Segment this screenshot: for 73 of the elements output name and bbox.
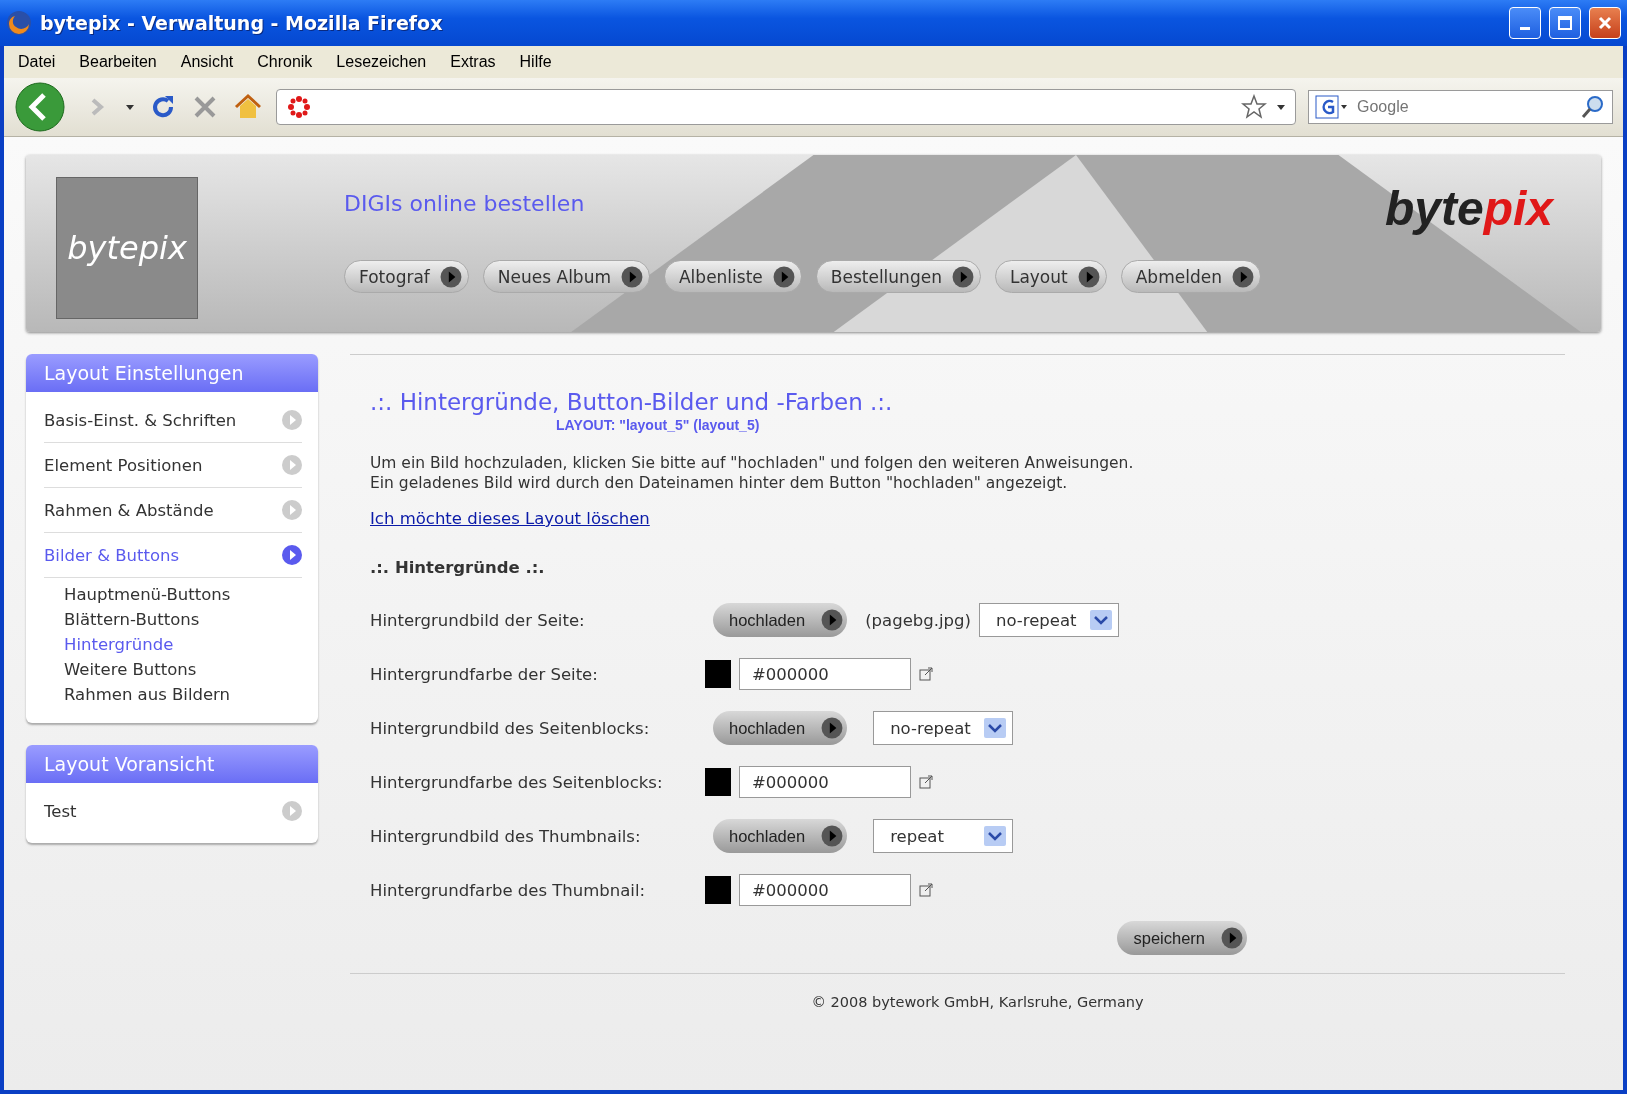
- close-button[interactable]: [1589, 7, 1621, 39]
- nav-button[interactable]: Layout: [994, 260, 1107, 293]
- star-icon[interactable]: [1241, 94, 1267, 120]
- nav-button[interactable]: Albenliste: [664, 260, 802, 293]
- sidebar-item[interactable]: Rahmen & Abstände: [44, 488, 302, 533]
- close-icon: [1597, 15, 1613, 31]
- upload-button[interactable]: hochladen: [713, 819, 848, 853]
- field-label: Hintergrundbild des Seitenblocks:: [370, 718, 651, 738]
- sidebar-subitem[interactable]: Hintergründe: [64, 632, 302, 657]
- menu-item[interactable]: Bearbeiten: [79, 53, 157, 71]
- search-icon[interactable]: [1580, 94, 1606, 120]
- menu-item[interactable]: Datei: [18, 53, 56, 71]
- upload-button[interactable]: hochladen: [713, 711, 848, 745]
- maximize-button[interactable]: [1549, 7, 1581, 39]
- section-heading: .:. Hintergründe .:.: [370, 558, 546, 577]
- dropdown-icon[interactable]: [984, 826, 1007, 846]
- sidebar-item[interactable]: Basis-Einst. & Schriften: [44, 398, 302, 443]
- minimize-icon: [1520, 26, 1530, 30]
- color-swatch[interactable]: [705, 660, 731, 688]
- popup-icon[interactable]: [919, 775, 933, 789]
- sidebar-item[interactable]: Test: [44, 789, 302, 833]
- field-label: Hintergrundfarbe des Thumbnail:: [370, 880, 647, 900]
- menu-item[interactable]: Lesezeichen: [336, 53, 427, 71]
- color-input[interactable]: #000000: [739, 874, 911, 906]
- color-swatch[interactable]: [705, 876, 731, 904]
- tagline: DIGIs online bestellen: [344, 191, 586, 216]
- sidebar-subitem[interactable]: Hauptmenü-Buttons: [64, 582, 302, 607]
- save-button[interactable]: speichern: [1117, 921, 1247, 955]
- dropdown-icon[interactable]: [1089, 610, 1112, 630]
- popup-icon[interactable]: [919, 667, 933, 681]
- menu-item[interactable]: Hilfe: [519, 53, 552, 71]
- minimize-button[interactable]: [1509, 7, 1541, 39]
- window-title: bytepix - Verwaltung - Mozilla Firefox: [40, 12, 444, 34]
- delete-layout-link[interactable]: Ich möchte dieses Layout löschen: [370, 509, 650, 528]
- sidebar-item[interactable]: Bilder & Buttons: [44, 533, 302, 578]
- sidebar-subitem[interactable]: Rahmen aus Bildern: [64, 682, 302, 707]
- field-label: Hintergrundfarbe der Seite:: [370, 664, 599, 684]
- sidebar-subitem[interactable]: Weitere Buttons: [64, 657, 302, 682]
- maximize-icon: [1557, 15, 1573, 31]
- nav-button[interactable]: Neues Album: [482, 260, 650, 293]
- field-label: Hintergrundfarbe des Seitenblocks:: [370, 772, 664, 792]
- upload-button[interactable]: hochladen: [713, 603, 848, 637]
- sidebar-heading: Layout Voransicht: [26, 745, 318, 783]
- logo: bytepix: [56, 177, 198, 319]
- color-swatch[interactable]: [705, 768, 731, 796]
- popup-icon[interactable]: [919, 883, 933, 897]
- nav-button[interactable]: Abmelden: [1120, 260, 1261, 293]
- sidebar-item[interactable]: Element Positionen: [44, 443, 302, 488]
- dropdown-icon[interactable]: [984, 718, 1007, 738]
- search-bar[interactable]: Google: [1308, 90, 1613, 124]
- nav-button[interactable]: Bestellungen: [815, 260, 981, 293]
- field-label: Hintergrundbild der Seite:: [370, 610, 586, 630]
- repeat-select[interactable]: repeat: [873, 819, 1014, 853]
- page-title: .:. Hintergründe, Button-Bilder und -Farben .:.: [370, 389, 894, 415]
- search-engine-icon[interactable]: [1315, 94, 1349, 120]
- footer-text: © 2008 bytework GmbH, Karlsruhe, Germany: [810, 994, 1145, 1010]
- intro-text: Ein geladenes Bild wird durch den Dateinamen hinter dem Button "hochladen" angezeigt.: [370, 473, 1069, 493]
- brand-logo: bytepix: [1384, 181, 1553, 236]
- nav-button[interactable]: Fotograf: [344, 260, 469, 293]
- layout-subtitle: LAYOUT: "layout_5" (layout_5): [556, 417, 761, 433]
- sidebar-heading: Layout Einstellungen: [26, 354, 318, 392]
- menu-item[interactable]: Extras: [450, 53, 496, 71]
- color-input[interactable]: #000000: [739, 766, 911, 798]
- sidebar-subitem[interactable]: Blättern-Buttons: [64, 607, 302, 632]
- menu-item[interactable]: Chronik: [257, 53, 313, 71]
- repeat-select[interactable]: no-repeat: [873, 711, 1014, 745]
- file-name: (pagebg.jpg): [865, 610, 971, 630]
- intro-text: Um ein Bild hochzuladen, klicken Sie bitte auf "hochladen" und folgen den weiteren Anweisungen.: [370, 453, 1135, 473]
- menu-item[interactable]: Ansicht: [180, 53, 234, 71]
- field-label: Hintergrundbild des Thumbnails:: [370, 826, 642, 846]
- flower-icon: [285, 93, 313, 121]
- repeat-select[interactable]: no-repeat: [978, 603, 1119, 637]
- color-input[interactable]: #000000: [739, 658, 911, 690]
